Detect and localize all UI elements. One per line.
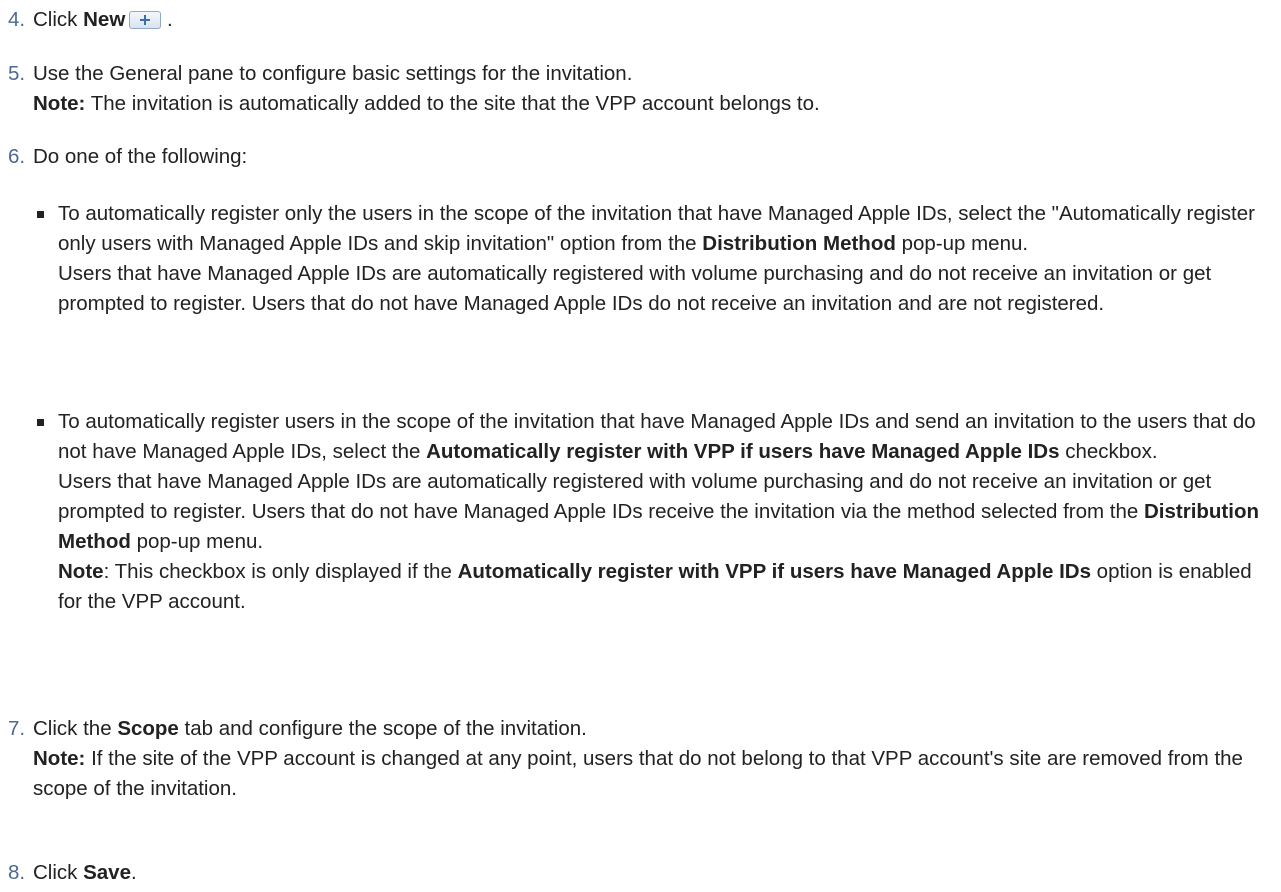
note-label: Note: [33, 92, 86, 115]
step-text: Click the Scope tab and configure the sc… [33, 717, 587, 740]
auto-register-label: Automatically register with VPP if users… [426, 440, 1060, 463]
note-text: The invitation is automatically added to… [85, 92, 820, 115]
step-4: 4. Click New . [8, 5, 1277, 35]
plus-icon [140, 15, 151, 25]
note-text: If the site of the VPP account is change… [33, 747, 1243, 800]
step-8: 8. Click Save. [8, 858, 1277, 888]
bullet-icon [37, 419, 44, 426]
step-6: 6. Do one of the following: [8, 142, 1277, 172]
step-number: 4. [8, 8, 26, 31]
new-label: New [83, 8, 126, 31]
step-note: Note: If the site of the VPP account is … [33, 744, 1277, 804]
note-label: Note: [33, 747, 86, 770]
step-7: 7. Click the Scope tab and configure the… [8, 714, 1277, 804]
bullet-note: Note: This checkbox is only displayed if… [58, 560, 1252, 613]
bullet-text: To automatically register users in the s… [58, 410, 1256, 463]
step-text: Use the General pane to configure basic … [33, 62, 633, 85]
step-note: Note: The invitation is automatically ad… [33, 89, 1277, 119]
distribution-method-label: Distribution Method [702, 232, 896, 255]
step-text-end: . [161, 8, 173, 31]
bullet-text: To automatically register only the users… [58, 202, 1255, 255]
note-label: Note [58, 560, 104, 583]
bullet-icon [37, 211, 44, 218]
scope-tab-label: Scope [117, 717, 179, 740]
list-item: To automatically register users in the s… [33, 407, 1279, 617]
auto-register-option-label: Automatically register with VPP if users… [457, 560, 1091, 583]
step-number: 8. [8, 861, 26, 884]
step-number: 5. [8, 62, 26, 85]
bullet-description: Users that have Managed Apple IDs are au… [58, 262, 1212, 315]
step-number: 7. [8, 717, 26, 740]
step-5: 5. Use the General pane to configure bas… [8, 59, 1277, 119]
step-text: Do one of the following: [33, 145, 248, 168]
list-item: To automatically register only the users… [33, 199, 1279, 319]
new-button[interactable] [129, 11, 162, 29]
save-label: Save [83, 861, 131, 884]
bullet-description: Users that have Managed Apple IDs are au… [58, 470, 1259, 553]
step-text: Click [33, 8, 84, 31]
step-text: Click [33, 861, 84, 884]
step-number: 6. [8, 145, 26, 168]
